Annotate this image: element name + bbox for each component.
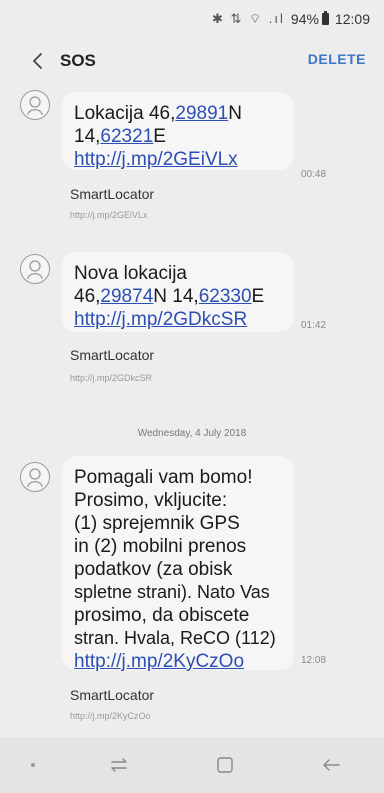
message-text: Lokacija 46,29891N	[74, 103, 242, 124]
message-text: podatkov (za obisk	[74, 559, 233, 580]
coordinate-link[interactable]: 29874	[100, 286, 153, 307]
person-icon	[27, 260, 43, 279]
status-bar: ✱ ⇅ ⌔ .ıl 94% 12:09	[0, 0, 384, 38]
back-nav-button[interactable]	[301, 745, 361, 785]
coordinate-link[interactable]: 29891	[175, 103, 228, 124]
message-link[interactable]: http://j.mp/2KyCzOo	[74, 650, 284, 673]
nav-dot	[23, 745, 43, 785]
message-time: 01:42	[301, 320, 327, 331]
message-text: Prosimo, vkljucite:	[74, 490, 228, 511]
dot-icon	[31, 763, 35, 767]
back-button[interactable]	[14, 38, 60, 84]
conversation-header: SOS DELETE	[0, 38, 384, 84]
person-icon	[27, 468, 43, 487]
message-bubble[interactable]: Lokacija 46,29891N 14,62321E http://j.mp…	[62, 92, 294, 170]
message-text: spletne strani). Nato Vas	[74, 582, 270, 602]
message-bubble[interactable]: Pomagali vam bomo! Prosimo, vkljucite: (…	[62, 456, 294, 673]
link-preview-url[interactable]: http://j.mp/2KyCzOo	[70, 711, 151, 721]
battery-icon	[321, 11, 329, 25]
home-button[interactable]	[195, 745, 255, 785]
message-text: Pomagali vam bomo!	[74, 467, 253, 488]
conversation-title: SOS	[60, 51, 96, 70]
message-text: 14,62321E	[74, 126, 166, 147]
navigation-bar	[0, 737, 384, 793]
link-preview-title[interactable]: SmartLocator	[70, 186, 154, 202]
recent-apps-button[interactable]	[89, 745, 149, 785]
message-bubble[interactable]: Nova lokacija 46,29874N 14,62330E http:/…	[62, 252, 294, 332]
person-icon	[27, 96, 43, 115]
message-text: Nova lokacija	[74, 263, 187, 284]
back-arrow-icon	[323, 759, 340, 771]
status-icons: ✱ ⇅ ⌔ .ıl	[211, 11, 285, 26]
chevron-left-icon	[33, 53, 42, 69]
message-time: 12:08	[301, 655, 327, 666]
recent-apps-icon	[111, 758, 127, 772]
message-link[interactable]: http://j.mp/2GEiVLx	[74, 148, 284, 171]
date-separator: Wednesday, 4 July 2018	[137, 428, 247, 439]
message-text: prosimo, da obiscete	[74, 605, 250, 626]
message-text: stran. Hvala, ReCO (112)	[74, 628, 276, 648]
link-preview-title[interactable]: SmartLocator	[70, 687, 154, 703]
status-time: 12:09	[334, 11, 370, 27]
message-time: 00:48	[301, 169, 327, 180]
coordinate-link[interactable]: 62330	[199, 286, 252, 307]
contact-avatar[interactable]	[20, 462, 50, 492]
message-link[interactable]: http://j.mp/2GDkcSR	[74, 308, 284, 331]
delete-button[interactable]: DELETE	[308, 51, 366, 67]
battery-indicator: 94%	[291, 11, 329, 27]
contact-avatar[interactable]	[20, 254, 50, 284]
link-preview-url[interactable]: http://j.mp/2GDkcSR	[70, 373, 152, 383]
home-icon	[217, 757, 233, 773]
contact-avatar[interactable]	[20, 90, 50, 120]
battery-percent: 94%	[290, 11, 319, 27]
message-text: (1) sprejemnik GPS	[74, 513, 240, 534]
coordinate-link[interactable]: 62321	[100, 126, 153, 147]
message-text: in (2) mobilni prenos	[74, 536, 247, 557]
link-preview-url[interactable]: http://j.mp/2GEiVLx	[70, 210, 148, 220]
message-text: 46,29874N 14,62330E	[74, 286, 265, 307]
link-preview-title[interactable]: SmartLocator	[70, 347, 154, 363]
